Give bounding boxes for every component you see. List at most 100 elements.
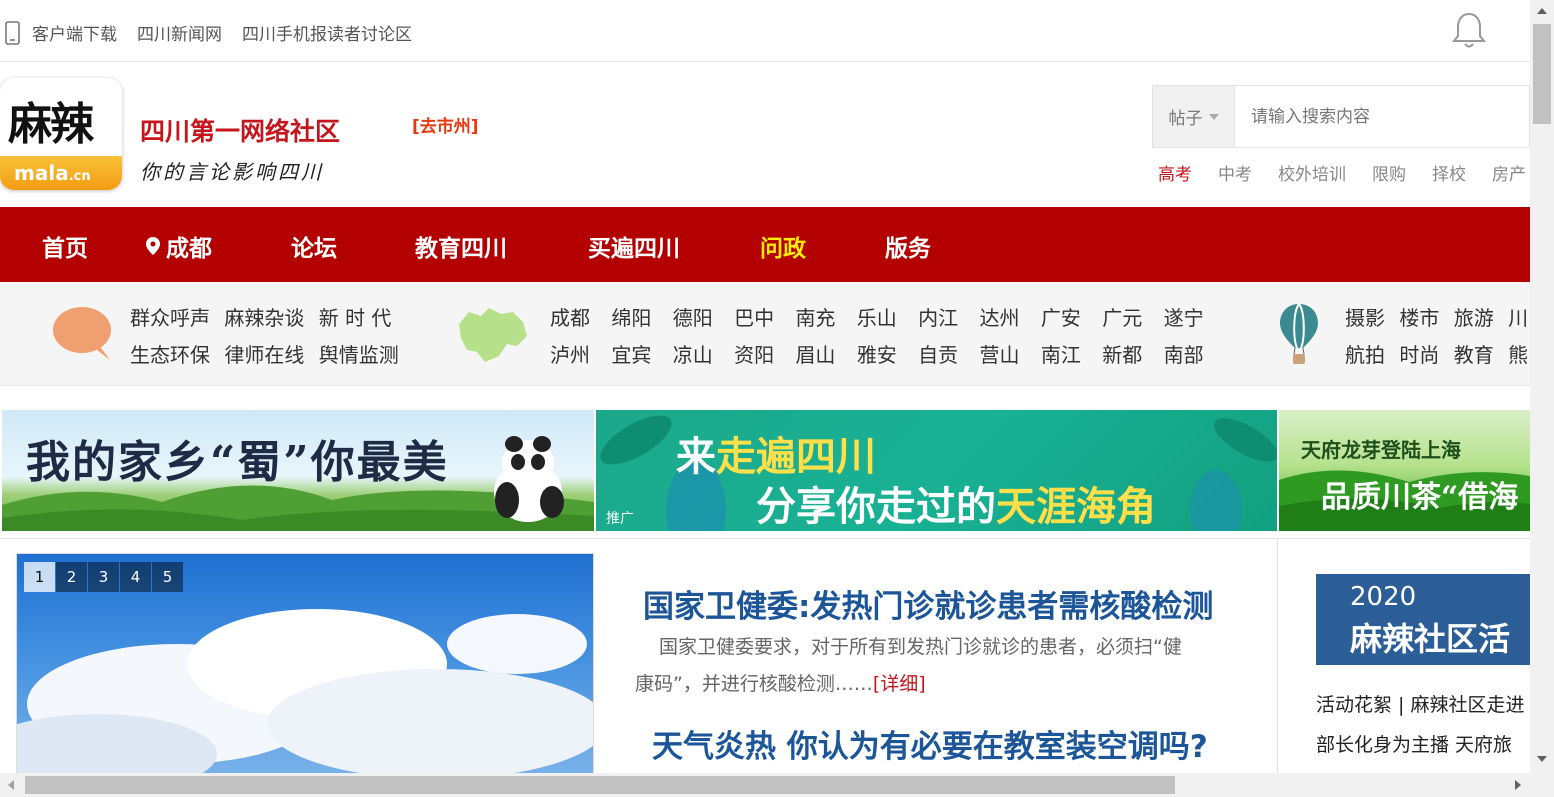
vertical-scroll-thumb[interactable] [1533,24,1551,124]
notification-bell-icon[interactable] [1450,10,1488,50]
city-link[interactable]: 巴中 [734,306,774,330]
city-link[interactable]: 泸州 [550,343,590,367]
city-link[interactable]: 自贡 [918,343,958,367]
hot-keyword[interactable]: 限购 [1372,160,1406,185]
city-link[interactable]: 凉山 [673,343,713,367]
community-link[interactable]: 生态环保 [130,343,210,367]
horizontal-scrollbar[interactable] [0,773,1554,797]
activity-promo-box[interactable]: 2020 麻辣社区活 [1316,574,1530,665]
topic-link[interactable]: 熊 [1508,343,1528,367]
activity-year: 2020 [1350,582,1417,612]
mobile-phone-icon [5,20,20,45]
city-link[interactable]: 内江 [918,306,958,330]
city-link[interactable]: 宜宾 [611,343,651,367]
sichuan-news-link[interactable]: 四川新闻网 [137,20,222,45]
activity-link[interactable]: 部长化身为主播 天府旅 [1316,725,1530,765]
topic-link[interactable]: 楼市 [1399,306,1439,330]
city-link[interactable]: 遂宁 [1164,306,1204,330]
nav-chengdu[interactable]: 成都 [146,229,212,263]
city-link[interactable]: 成都 [550,306,590,330]
hot-keyword[interactable]: 高考 [1158,160,1192,185]
main-content: 1 2 3 4 5 国家卫健委:发热门诊就诊患者需核酸检测 国家卫健委要求，对于… [0,538,1530,778]
site-logo[interactable]: 麻辣 mala.cn [0,78,122,190]
activity-links: 活动花絮 | 麻辣社区走进 部长化身为主播 天府旅 [1316,685,1530,765]
city-links: 成都 绵阳 德阳 巴中 南充 乐山 内江 达州 广安 广元 遂宁 泸州 宜宾 凉… [550,300,1219,374]
slider-pagination: 1 2 3 4 5 [24,562,184,592]
goto-city-link[interactable]: [去市州] [412,112,479,137]
search-input[interactable] [1235,86,1529,147]
scroll-down-arrow-icon[interactable] [1537,756,1547,762]
city-link[interactable]: 新都 [1102,343,1142,367]
community-link[interactable]: 麻辣杂谈 [224,306,304,330]
community-link[interactable]: 群众呼声 [130,306,210,330]
logo-english-text: mala.cn [14,161,91,185]
city-link[interactable]: 广元 [1102,306,1142,330]
tea-banner-line1: 天府龙芽登陆上海 [1301,438,1461,462]
nav-admin[interactable]: 版务 [885,229,931,263]
travel-sichuan-banner[interactable]: 来走遍四川 分享你走过的天涯海角 推广 [596,410,1277,531]
tea-banner[interactable]: 天府龙芽登陆上海 品质川茶“借海 [1279,410,1530,531]
search-scope-select[interactable]: 帖子 [1153,86,1235,147]
nav-shopping[interactable]: 买遍四川 [588,229,680,263]
city-link[interactable]: 德阳 [673,306,713,330]
city-link[interactable]: 营山 [980,343,1020,367]
search-scope-value: 帖子 [1168,109,1203,129]
sichuan-map-icon [459,308,527,362]
headline-1[interactable]: 国家卫健委:发热门诊就诊患者需核酸检测 [643,581,1213,626]
detail-link[interactable]: [详细] [873,673,926,695]
city-link[interactable]: 资阳 [734,343,774,367]
headline-2[interactable]: 天气炎热 你认为有必要在教室装空调吗? [652,721,1208,766]
slider-page-button[interactable]: 4 [120,562,151,592]
community-link[interactable]: 新 时 代 [319,306,392,330]
mobile-paper-forum-link[interactable]: 四川手机报读者讨论区 [242,20,412,45]
nav-inquiry[interactable]: 问政 [760,229,806,263]
nav-forum[interactable]: 论坛 [291,229,337,263]
city-link[interactable]: 乐山 [857,306,897,330]
community-links: 群众呼声 麻辣杂谈 新 时 代 生态环保 律师在线 舆情监测 [130,300,407,374]
hometown-banner[interactable]: 我的家乡“蜀”你最美 [2,410,594,531]
activity-title: 麻辣社区活 [1350,620,1511,658]
logo-chinese-text: 麻辣 [8,99,94,150]
city-link[interactable]: 雅安 [857,343,897,367]
topic-links: 摄影 楼市 旅游 川 航拍 时尚 教育 熊 [1345,300,1536,374]
slider-page-button[interactable]: 1 [24,562,55,592]
site-slogan: 四川第一网络社区 你的言论影响四川 [140,112,340,185]
city-link[interactable]: 眉山 [795,343,835,367]
city-link[interactable]: 达州 [980,306,1020,330]
nav-home[interactable]: 首页 [42,229,88,263]
slider-page-button[interactable]: 3 [88,562,119,592]
topic-link[interactable]: 摄影 [1345,306,1385,330]
city-link[interactable]: 南充 [795,306,835,330]
scroll-up-arrow-icon[interactable] [1537,8,1547,14]
city-link[interactable]: 绵阳 [611,306,651,330]
hot-keyword[interactable]: 校外培训 [1278,160,1346,185]
topic-link[interactable]: 航拍 [1345,343,1385,367]
nav-chengdu-label: 成都 [166,236,212,262]
hot-keyword[interactable]: 房产 [1492,160,1526,185]
topic-link[interactable]: 旅游 [1454,306,1494,330]
activity-link[interactable]: 活动花絮 | 麻辣社区走进 [1316,685,1530,725]
client-download-link[interactable]: 客户端下载 [32,20,117,45]
scroll-right-arrow-icon[interactable] [1515,780,1521,790]
slider-page-button[interactable]: 2 [56,562,87,592]
hot-keywords: 高考 中考 校外培训 限购 择校 房产 [1158,160,1552,185]
community-link[interactable]: 律师在线 [224,343,304,367]
topic-link[interactable]: 时尚 [1399,343,1439,367]
topic-link[interactable]: 教育 [1454,343,1494,367]
city-link[interactable]: 南江 [1041,343,1081,367]
city-link[interactable]: 广安 [1041,306,1081,330]
location-pin-icon [146,237,160,255]
vertical-scrollbar[interactable] [1530,0,1554,773]
city-link[interactable]: 南部 [1164,343,1204,367]
hot-keyword[interactable]: 择校 [1432,160,1466,185]
slider-page-button[interactable]: 5 [152,562,183,592]
scroll-left-arrow-icon[interactable] [8,780,14,790]
horizontal-scroll-thumb[interactable] [25,776,1175,794]
nav-education[interactable]: 教育四川 [415,229,507,263]
community-link[interactable]: 舆情监测 [319,343,399,367]
top-links: 客户端下载 四川新闻网 四川手机报读者讨论区 [4,20,432,45]
site-header: 麻辣 mala.cn 四川第一网络社区 你的言论影响四川 [去市州] 帖子 高考… [0,62,1530,207]
hot-keyword[interactable]: 中考 [1218,160,1252,185]
image-slider[interactable]: 1 2 3 4 5 [16,553,594,778]
topic-link[interactable]: 川 [1508,306,1528,330]
